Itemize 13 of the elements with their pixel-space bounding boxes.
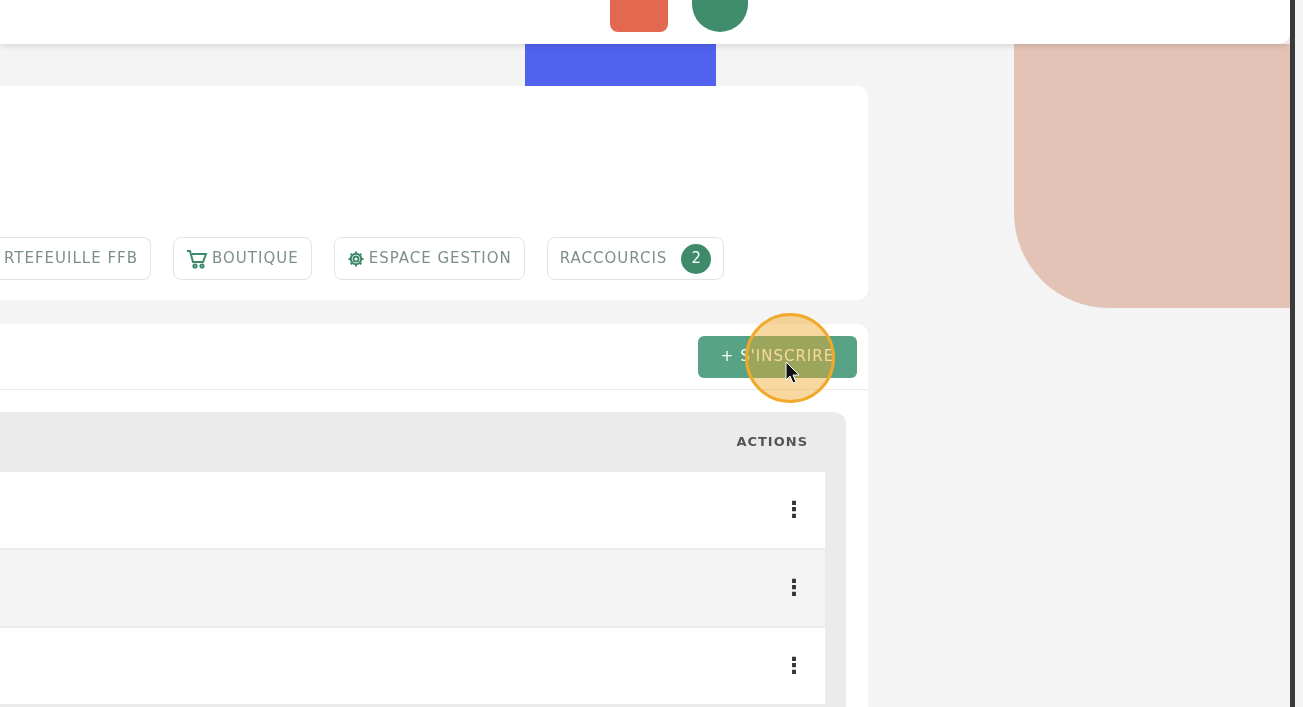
toolbar-button[interactable]: ESPACE GESTION [333, 237, 525, 280]
toolbar-button[interactable]: RTEFEUILLE FFB [0, 237, 151, 280]
gear-icon [346, 249, 365, 268]
column-header: ACTIONS [736, 433, 808, 452]
more-button[interactable]: ⋮ [783, 499, 805, 521]
more-button[interactable]: ⋮ [783, 577, 805, 599]
toolbar-button[interactable]: RACCOURCIS 2 [546, 237, 725, 280]
count-badge: 2 [681, 243, 712, 274]
mouse-pointer-icon [785, 361, 801, 385]
register-button[interactable]: + S'INSCRIRE [698, 335, 857, 378]
toolbar-button[interactable]: BOUTIQUE [173, 237, 312, 280]
more-button[interactable]: ⋮ [783, 655, 805, 677]
cart-icon [186, 248, 208, 269]
